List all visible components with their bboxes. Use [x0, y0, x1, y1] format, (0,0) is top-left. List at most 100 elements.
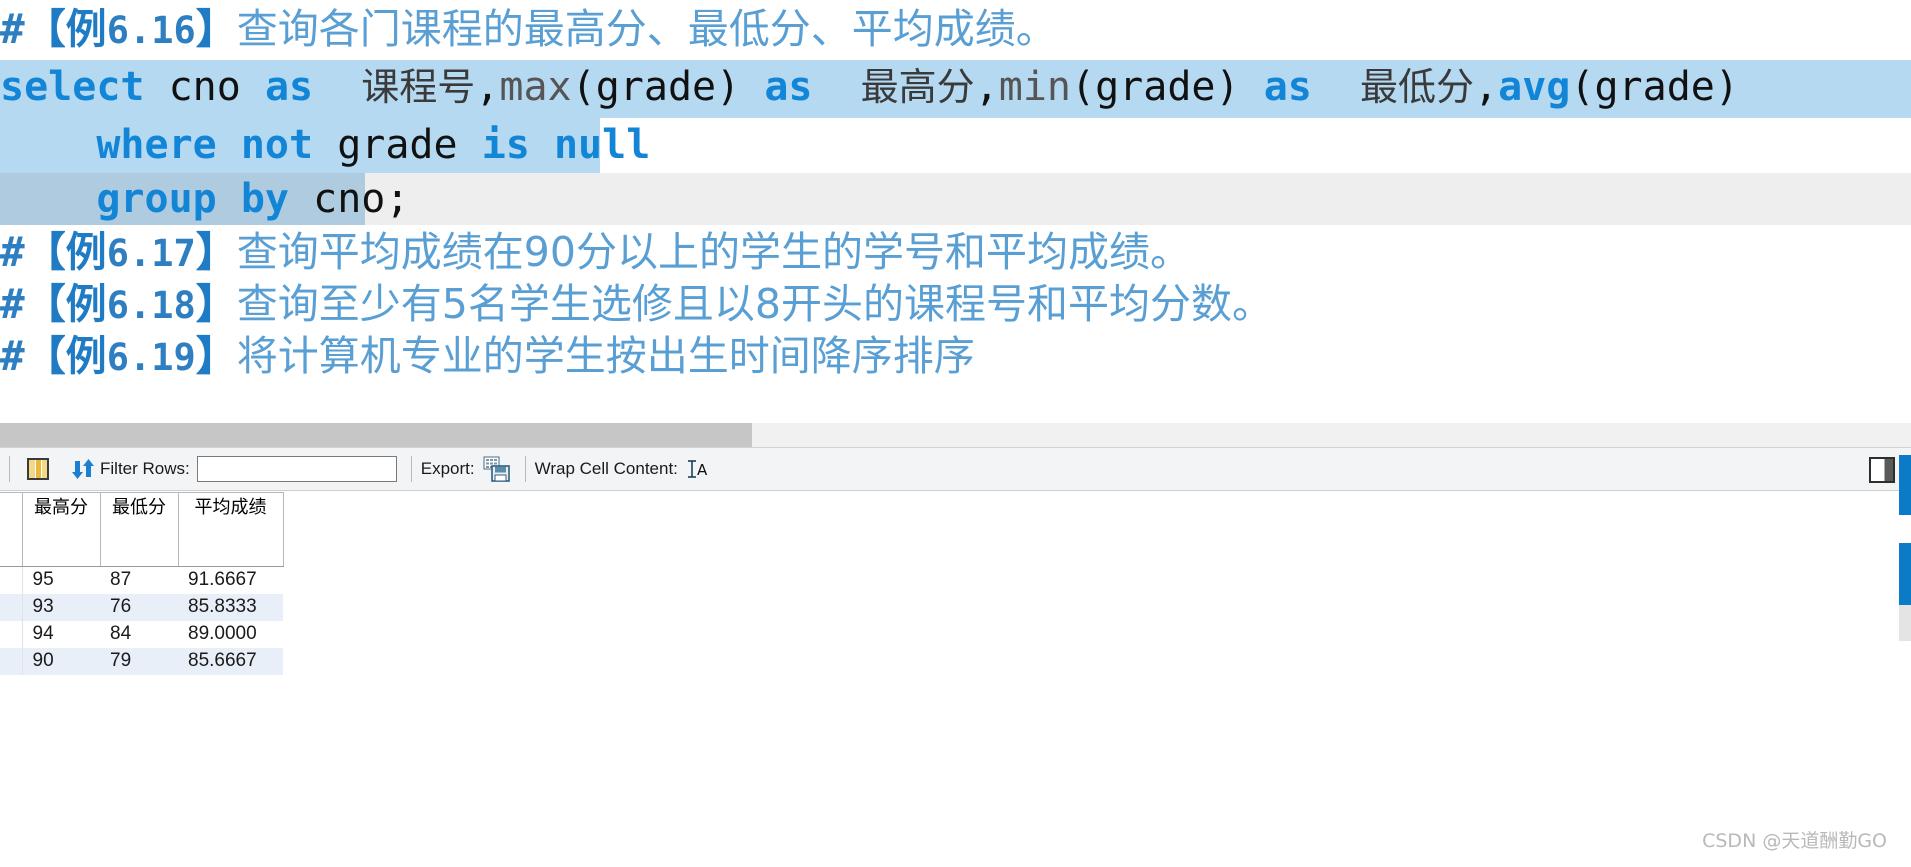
token-space10: [458, 122, 482, 168]
token-avg: avg: [1498, 64, 1571, 110]
wrap-cell-content-button[interactable]: A: [678, 458, 710, 480]
token-space2: [241, 64, 265, 110]
column-header-min[interactable]: 最低分: [100, 492, 179, 567]
comment-hash: #: [0, 332, 25, 380]
export-label: Export:: [420, 459, 475, 478]
token-select: select: [0, 64, 145, 110]
column-header-avg[interactable]: 平均成绩: [178, 492, 284, 567]
svg-text:A: A: [697, 461, 708, 479]
header-row: 最高分 最低分 平均成绩: [0, 492, 284, 567]
grid-columns-button[interactable]: [19, 458, 49, 480]
filter-rows-label: Filter Rows:: [100, 459, 190, 478]
comment-bracket-open: 【例: [24, 332, 107, 380]
editor-line-comment-619[interactable]: #【例6.19】将计算机专业的学生按出生时间降序排序: [0, 329, 1911, 384]
token-by: by: [240, 176, 290, 222]
token-indent-group: [0, 176, 96, 222]
token-indent-where: [0, 122, 96, 168]
comment-number: 6.16: [106, 9, 196, 52]
token-space3: [313, 64, 361, 110]
editor-line-where[interactable]: where not grade is null: [0, 118, 1911, 173]
token-alias-3: 最低分: [1360, 65, 1475, 109]
editor-line-comment-616[interactable]: #【例6.16】查询各门课程的最高分、最低分、平均成绩。: [0, 2, 1911, 57]
token-null: null: [553, 122, 651, 168]
editor-line-select[interactable]: select cno as 课程号,max(grade) as 最高分,min(…: [0, 60, 1911, 118]
result-table-body: 95 87 91.6667 93 76 85.8333 94 84 89.000…: [0, 566, 283, 675]
cell-avg[interactable]: 91.6667: [178, 567, 283, 594]
editor-line-groupby[interactable]: group by cno;: [0, 172, 1911, 227]
cell-avg[interactable]: 89.0000: [178, 621, 283, 648]
grid-columns-icon: [27, 458, 49, 480]
token-comma-2: ,: [974, 64, 999, 110]
cell-max[interactable]: 95: [22, 567, 100, 594]
toolbar-divider-2: [410, 456, 412, 482]
comment-bracket-close: 】: [195, 5, 237, 53]
right-vertical-scrollbar-thumb-upper[interactable]: [1899, 455, 1911, 515]
comment-number: 6.18: [106, 284, 196, 327]
row-gutter-cell[interactable]: [0, 620, 23, 648]
token-is: is: [481, 122, 530, 168]
filter-rows-input[interactable]: [196, 456, 397, 482]
editor-line-comment-618[interactable]: #【例6.18】查询至少有5名学生选修且以8开头的课程号和平均分数。: [0, 277, 1911, 332]
toolbar-divider: [9, 456, 10, 482]
comment-bracket-close: 】: [195, 280, 237, 328]
comment-text: 查询各门课程的最高分、最低分、平均成绩。: [236, 5, 1057, 53]
token-space12: [217, 176, 241, 222]
row-gutter-header: [0, 492, 23, 567]
token-as-2: as: [764, 64, 813, 110]
token-as-1: as: [264, 64, 314, 110]
refresh-icon: [72, 459, 94, 479]
right-vertical-scrollbar-track[interactable]: [1899, 605, 1911, 641]
cell-max[interactable]: 90: [22, 647, 100, 675]
cell-min[interactable]: 87: [100, 567, 178, 594]
toggle-side-panel-icon[interactable]: [1869, 457, 1895, 483]
cell-min[interactable]: 84: [100, 621, 178, 648]
comment-text: 将计算机专业的学生按出生时间降序排序: [236, 332, 975, 380]
token-cno: cno: [168, 64, 241, 110]
cell-avg[interactable]: 85.6667: [178, 647, 283, 675]
editor-line-comment-617[interactable]: #【例6.17】查询平均成绩在90分以上的学生的学号和平均成绩。: [0, 225, 1911, 280]
comment-number: 6.17: [106, 232, 196, 275]
token-space6: [1240, 64, 1264, 110]
token-avgarg: (grade): [1570, 64, 1739, 110]
row-gutter-cell[interactable]: [0, 647, 23, 675]
table-row[interactable]: 90 79 85.6667: [0, 647, 283, 675]
refresh-button[interactable]: [49, 458, 95, 480]
token-where: where: [96, 122, 217, 168]
sql-editor-pane[interactable]: #【例6.16】查询各门课程的最高分、最低分、平均成绩。 select cno …: [0, 0, 1911, 420]
token-min: min: [998, 64, 1072, 110]
column-header-max[interactable]: 最高分: [22, 492, 101, 567]
token-space4: [740, 64, 764, 110]
table-row[interactable]: 94 84 89.0000: [0, 620, 283, 648]
save-export-icon: [483, 456, 510, 482]
table-row[interactable]: 95 87 91.6667: [0, 566, 283, 594]
row-gutter-cell[interactable]: [0, 566, 23, 594]
token-space11: [530, 122, 554, 168]
export-button[interactable]: [475, 456, 511, 482]
results-toolbar: Filter Rows: Export: Wrap Cell Content: …: [0, 447, 1911, 491]
comment-bracket-open: 【例: [24, 280, 107, 328]
editor-horizontal-scrollbar-thumb[interactable]: [0, 423, 752, 447]
token-space8: [217, 122, 241, 168]
token-alias-2: 最高分: [860, 65, 975, 109]
token-space9: [313, 122, 337, 168]
token-grade: grade: [337, 122, 458, 168]
comment-number: 6.19: [106, 336, 196, 379]
table-row[interactable]: 93 76 85.8333: [0, 593, 283, 621]
cell-avg[interactable]: 85.8333: [178, 593, 283, 621]
token-not: not: [240, 122, 314, 168]
right-vertical-scrollbar[interactable]: [1899, 455, 1911, 641]
result-grid[interactable]: 最高分 最低分 平均成绩 95 87 91.6667 93 76 85.8333…: [0, 492, 1911, 867]
row-gutter-cell[interactable]: [0, 593, 23, 621]
wrap-cell-content-icon: A: [687, 460, 708, 479]
cell-min[interactable]: 79: [100, 647, 178, 675]
editor-horizontal-scrollbar[interactable]: [0, 423, 1911, 447]
cell-max[interactable]: 93: [22, 593, 100, 621]
right-vertical-scrollbar-thumb-lower[interactable]: [1899, 543, 1911, 605]
token-space5: [812, 64, 860, 110]
token-as-3: as: [1263, 64, 1312, 110]
token-space1: [145, 64, 169, 110]
cell-max[interactable]: 94: [22, 621, 100, 648]
cell-min[interactable]: 76: [100, 593, 178, 621]
token-alias-1: 课程号: [361, 65, 476, 109]
token-group: group: [96, 176, 217, 222]
